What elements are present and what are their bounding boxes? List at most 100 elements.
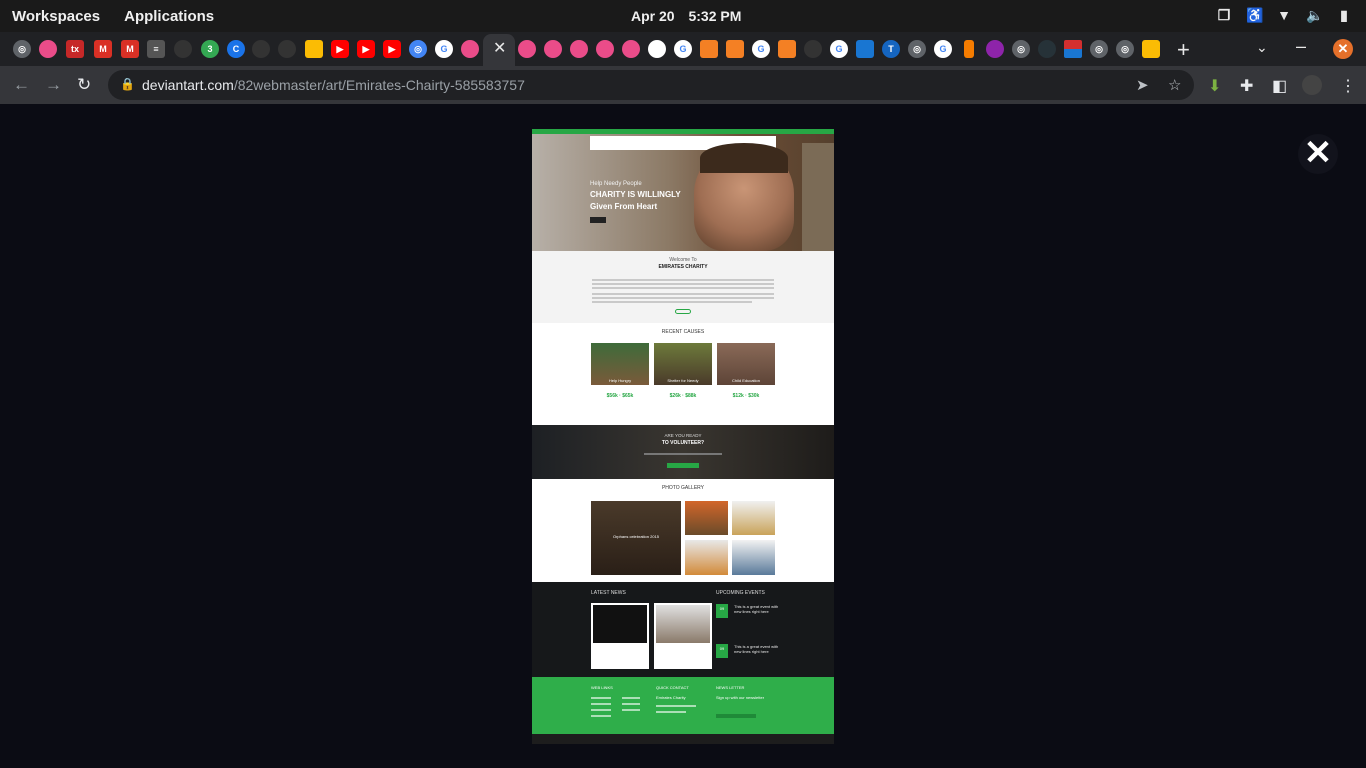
windows-icon[interactable]: ❐ (1216, 7, 1232, 23)
volume-icon[interactable]: 🔈 (1306, 7, 1323, 23)
tab-dribbble-icon[interactable] (461, 40, 479, 58)
accessibility-icon[interactable]: ♿ (1246, 7, 1263, 23)
side-panel-icon[interactable]: ◧ (1272, 76, 1287, 96)
event-item: 09 This is a great event with new lines … (716, 604, 780, 634)
tab-layers-icon[interactable]: ≡ (147, 40, 165, 58)
tab-globe-icon[interactable]: ◎ (1012, 40, 1030, 58)
tab-globe-icon[interactable]: ◎ (908, 40, 926, 58)
tab-youtube-icon[interactable]: ▶ (383, 40, 401, 58)
bookmark-star-icon[interactable]: ☆ (1168, 76, 1181, 94)
news-photo (656, 605, 710, 643)
tab-globe-icon[interactable]: ◎ (1090, 40, 1108, 58)
tab-slides-icon[interactable] (1142, 40, 1160, 58)
tab-globe-icon[interactable]: ◎ (1116, 40, 1134, 58)
hero-headline-2: Given From Heart (590, 202, 658, 211)
new-tab-icon[interactable]: + (1177, 37, 1190, 63)
tab-stackoverflow-icon[interactable] (778, 40, 796, 58)
footer-link-line (591, 703, 611, 705)
url-text[interactable]: deviantart.com/82webmaster/art/Emirates-… (142, 77, 525, 93)
forward-arrow-icon[interactable]: → (45, 75, 62, 95)
tab-youtube-icon[interactable]: ▶ (357, 40, 375, 58)
text-line (592, 301, 752, 303)
tab-dribbble-icon[interactable] (596, 40, 614, 58)
artwork-image: Help Needy People CHARITY IS WILLINGLY G… (532, 129, 834, 744)
cause-stats: $26k · $88k (669, 393, 697, 399)
gallery-thumb (685, 501, 728, 535)
tab-github-icon[interactable] (174, 40, 192, 58)
tab-stackoverflow-icon[interactable] (700, 40, 718, 58)
tab-t-icon[interactable]: T (882, 40, 900, 58)
tab-google-icon[interactable]: G (752, 40, 770, 58)
wifi-icon[interactable]: ▼ (1276, 7, 1292, 23)
tab-github-icon[interactable] (804, 40, 822, 58)
tab-white-circle-icon[interactable] (648, 40, 666, 58)
profile-avatar[interactable] (1302, 75, 1322, 95)
text-line (592, 279, 774, 281)
tab-google-icon[interactable]: G (830, 40, 848, 58)
footer-contact-line (656, 705, 696, 707)
workspaces-menu[interactable]: Workspaces (0, 8, 112, 25)
tab-github-icon[interactable] (252, 40, 270, 58)
gallery-thumb (732, 540, 775, 575)
event-date: 09 (716, 644, 728, 658)
tab-gmail-icon[interactable]: M (121, 40, 139, 58)
tab-green-3-icon[interactable]: 3 (201, 40, 219, 58)
causes-section: RECENT CAUSES Help Hungry Shelter for Ne… (532, 323, 834, 425)
battery-icon[interactable]: ▮ (1336, 7, 1352, 23)
cause-label: Shelter for Needy (667, 378, 699, 383)
tab-tx-icon[interactable]: tx (66, 40, 84, 58)
tab-dribbble-icon[interactable] (622, 40, 640, 58)
tab-github-icon[interactable] (278, 40, 296, 58)
welcome-title: EMIRATES CHARITY (658, 264, 708, 270)
reload-icon[interactable]: ↻ (77, 75, 91, 95)
tab-spiral-icon[interactable] (986, 40, 1004, 58)
tab-dots-icon[interactable] (1038, 40, 1056, 58)
tab-google-icon[interactable]: G (934, 40, 952, 58)
tab-flag-icon[interactable] (1064, 40, 1082, 58)
cause-raised: $56k (606, 393, 618, 399)
clock[interactable]: Apr 20 5:32 PM (631, 8, 751, 24)
tab-blue-app-icon[interactable] (856, 40, 874, 58)
welcome-intro: Welcome To (669, 257, 697, 263)
tab-slides-icon[interactable] (305, 40, 323, 58)
text-line (644, 453, 722, 455)
address-bar[interactable]: 🔒 deviantart.com/82webmaster/art/Emirate… (108, 70, 1194, 100)
close-window-icon[interactable]: ✕ (1333, 39, 1353, 59)
applications-menu[interactable]: Applications (112, 8, 226, 25)
tab-globe-icon[interactable]: ◎ (13, 40, 31, 58)
tab-stackoverflow-icon[interactable] (726, 40, 744, 58)
tab-target-icon[interactable]: ◎ (409, 40, 427, 58)
minimize-window-icon[interactable]: – (1296, 36, 1306, 57)
cause-raised: $12k (732, 393, 744, 399)
tab-dribbble-icon[interactable] (518, 40, 536, 58)
download-extension-icon[interactable]: ⬇ (1208, 76, 1221, 96)
volunteer-button (667, 463, 699, 468)
tab-figure-icon[interactable] (964, 40, 974, 58)
tab-dribbble-icon[interactable] (570, 40, 588, 58)
tab-gmail-icon[interactable]: M (94, 40, 112, 58)
lock-icon[interactable]: 🔒 (120, 77, 135, 91)
tab-dribbble-icon[interactable] (39, 40, 57, 58)
volunteer-section: ARE YOU READY TO VOLUNTEER? (532, 425, 834, 479)
cause-card: Shelter for Needy (654, 343, 712, 385)
tab-search-chevron-icon[interactable]: ⌄ (1256, 39, 1268, 56)
back-arrow-icon[interactable]: ← (13, 75, 30, 95)
text-line (592, 283, 774, 285)
text-line (592, 293, 774, 295)
extensions-puzzle-icon[interactable]: ✚ (1240, 76, 1253, 96)
tab-close-icon[interactable]: ✕ (493, 40, 506, 58)
copyright-bar (532, 734, 834, 744)
tab-refresh-icon[interactable]: C (227, 40, 245, 58)
footer-link-line (622, 703, 640, 705)
tab-youtube-icon[interactable]: ▶ (331, 40, 349, 58)
hero-button (590, 217, 606, 223)
tab-google-icon[interactable]: G (674, 40, 692, 58)
menu-kebab-icon[interactable]: ⋮ (1340, 76, 1356, 96)
tab-dribbble-icon[interactable] (544, 40, 562, 58)
url-path: /82webmaster/art/Emirates-Chairty-585583… (233, 77, 525, 93)
events-title: UPCOMING EVENTS (716, 590, 765, 596)
gallery-thumb (685, 540, 728, 575)
close-viewer-icon[interactable]: ✕ (1298, 134, 1338, 174)
tab-google-icon[interactable]: G (435, 40, 453, 58)
send-icon[interactable]: ➤ (1136, 76, 1149, 94)
